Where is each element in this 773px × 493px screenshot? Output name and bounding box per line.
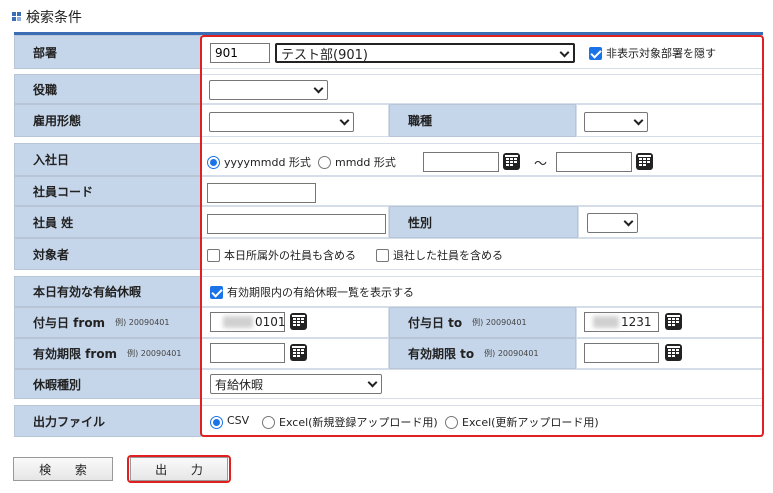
- hide-dept-checkbox[interactable]: [589, 47, 602, 60]
- expire-from-label: 有効期限 from 例) 20090401: [14, 338, 201, 369]
- calendar-icon[interactable]: [665, 344, 682, 361]
- expire-to-input[interactable]: [584, 343, 659, 363]
- chevron-down-icon: [367, 377, 378, 388]
- calendar-icon[interactable]: [503, 153, 520, 170]
- masked-value: [223, 316, 253, 328]
- output-button[interactable]: 出 力: [130, 457, 228, 481]
- grant-to-input[interactable]: 1231: [584, 312, 659, 332]
- output-csv-label: CSV: [227, 414, 250, 427]
- valid-leave-label: 本日有効な有給休暇: [14, 276, 201, 307]
- position-label: 役職: [14, 74, 201, 104]
- hide-dept-label: 非表示対象部署を隠す: [606, 47, 716, 60]
- include-retired-label: 退社した社員を含める: [393, 249, 503, 262]
- hire-date-from-input[interactable]: [423, 152, 499, 172]
- expire-from-input[interactable]: [210, 343, 285, 363]
- format-mmdd-radio[interactable]: [318, 156, 331, 169]
- gender-select[interactable]: [587, 213, 638, 233]
- include-retired-checkbox[interactable]: [376, 249, 389, 262]
- leave-type-label: 休暇種別: [14, 369, 201, 399]
- output-file-label: 出力ファイル: [14, 405, 201, 437]
- expire-to-label: 有効期限 to 例) 20090401: [389, 338, 576, 369]
- include-other-dept-checkbox[interactable]: [207, 249, 220, 262]
- calendar-icon[interactable]: [665, 313, 682, 330]
- format-yyyymmdd-radio[interactable]: [207, 156, 220, 169]
- job-type-select[interactable]: [584, 112, 648, 132]
- chevron-down-icon: [313, 83, 324, 94]
- chevron-down-icon: [633, 115, 644, 126]
- masked-value: [593, 316, 619, 328]
- valid-leave-checkbox[interactable]: [210, 286, 223, 299]
- job-type-label: 職種: [389, 104, 576, 137]
- output-csv-radio[interactable]: [210, 416, 223, 429]
- output-excel-new-radio[interactable]: [262, 416, 275, 429]
- valid-leave-checkbox-label: 有効期限内の有給休暇一覧を表示する: [227, 286, 414, 299]
- calendar-icon[interactable]: [290, 313, 307, 330]
- format-yyyymmdd-label: yyyymmdd 形式: [224, 156, 311, 169]
- grant-from-label: 付与日 from 例) 20090401: [14, 307, 201, 338]
- dept-code-input[interactable]: [210, 43, 270, 63]
- range-tilde: ～: [534, 157, 548, 172]
- output-excel-update-radio[interactable]: [445, 416, 458, 429]
- dept-select[interactable]: テスト部(901): [275, 43, 575, 63]
- output-excel-new-label: Excel(新規登録アップロード用): [279, 416, 438, 429]
- hire-date-to-input[interactable]: [556, 152, 632, 172]
- output-excel-update-label: Excel(更新アップロード用): [462, 416, 599, 429]
- chevron-down-icon: [559, 47, 570, 58]
- employee-surname-label: 社員 姓: [14, 206, 201, 238]
- grant-to-label: 付与日 to 例) 20090401: [389, 307, 576, 338]
- section-title: 検索条件: [12, 7, 82, 27]
- employee-surname-input[interactable]: [207, 214, 386, 234]
- calendar-icon[interactable]: [290, 344, 307, 361]
- employment-type-select[interactable]: [209, 112, 354, 132]
- target-label: 対象者: [14, 238, 201, 270]
- position-select[interactable]: [209, 80, 328, 100]
- search-button[interactable]: 検 索: [13, 457, 113, 481]
- grant-from-input[interactable]: 0101: [210, 312, 286, 332]
- hire-date-label: 入社日: [14, 143, 201, 176]
- chevron-down-icon: [623, 216, 634, 227]
- leave-type-select[interactable]: 有給休暇: [210, 374, 382, 394]
- employment-type-label: 雇用形態: [14, 104, 201, 137]
- format-mmdd-label: mmdd 形式: [335, 156, 396, 169]
- gender-label: 性別: [389, 206, 578, 238]
- dept-label: 部署: [14, 35, 201, 69]
- grid-icon: [12, 12, 22, 22]
- chevron-down-icon: [339, 115, 350, 126]
- calendar-icon[interactable]: [636, 153, 653, 170]
- employee-code-input[interactable]: [207, 183, 316, 203]
- include-other-dept-label: 本日所属外の社員も含める: [224, 249, 356, 262]
- employee-code-label: 社員コード: [14, 176, 201, 206]
